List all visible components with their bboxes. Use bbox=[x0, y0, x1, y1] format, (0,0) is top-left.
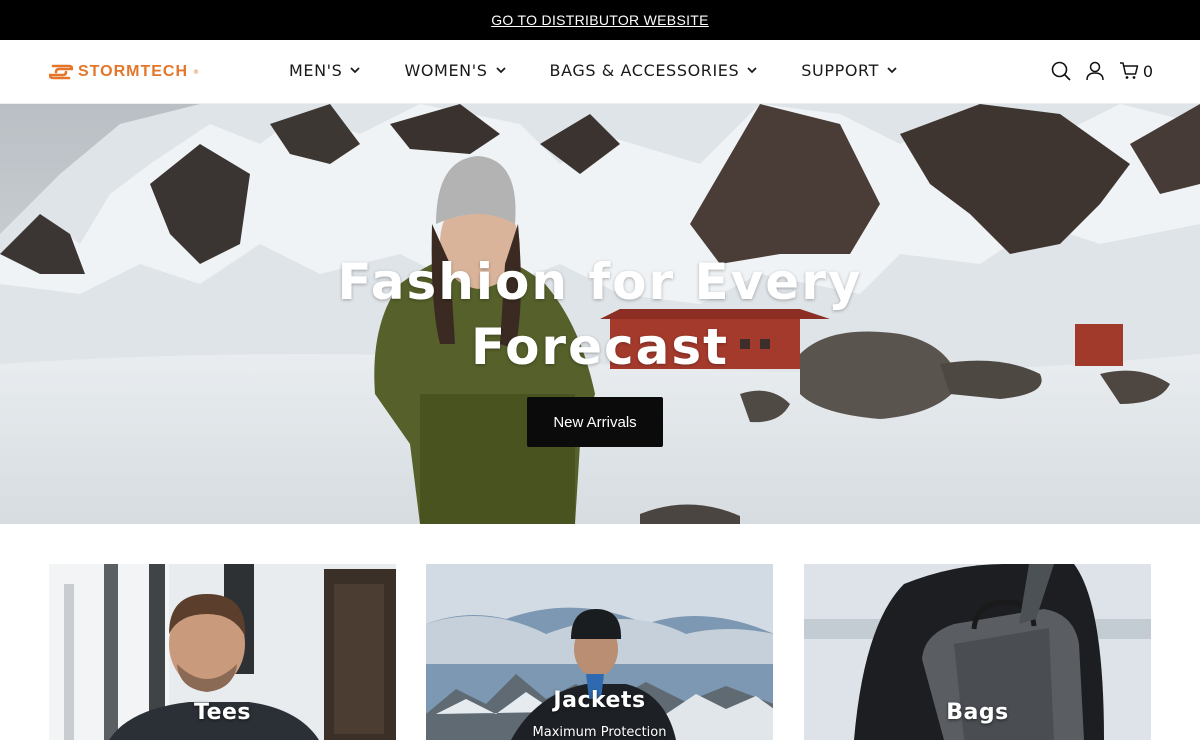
category-label: Bags bbox=[946, 700, 1009, 725]
user-icon[interactable] bbox=[1085, 61, 1105, 81]
nav-item-womens[interactable]: WOMEN'S bbox=[404, 61, 506, 80]
chevron-down-icon bbox=[887, 67, 897, 74]
hero-title-line-1: Fashion for Every bbox=[337, 253, 863, 311]
nav-item-label: BAGS & ACCESSORIES bbox=[549, 61, 740, 80]
hero-title-line-2: Forecast bbox=[470, 318, 730, 376]
category-label: Tees bbox=[193, 700, 252, 725]
category-grid: Tees Jackets Maximum Protection Bags bbox=[49, 564, 1151, 740]
header-actions: 0 bbox=[1051, 61, 1153, 81]
distributor-website-link[interactable]: GO TO DISTRIBUTOR WEBSITE bbox=[491, 12, 709, 28]
cart-icon bbox=[1119, 62, 1139, 79]
registered-mark: ® bbox=[193, 68, 200, 76]
category-card-jackets[interactable]: Jackets Maximum Protection bbox=[426, 564, 773, 740]
category-label: Jackets bbox=[553, 688, 646, 713]
hero-title: Fashion for Every Forecast bbox=[0, 250, 1200, 380]
jackets-image bbox=[426, 564, 773, 740]
new-arrivals-button[interactable]: New Arrivals bbox=[527, 397, 663, 447]
stormtech-logo-icon bbox=[49, 64, 73, 80]
nav-item-mens[interactable]: MEN'S bbox=[289, 61, 361, 80]
category-subtitle: Maximum Protection bbox=[532, 725, 667, 740]
announcement-bar: GO TO DISTRIBUTOR WEBSITE bbox=[0, 0, 1200, 40]
cart-count: 0 bbox=[1142, 61, 1153, 81]
main-nav: MEN'S WOMEN'S BAGS & ACCESSORIES SUPPORT bbox=[289, 61, 897, 80]
cart-button[interactable]: 0 bbox=[1119, 62, 1153, 81]
category-card-tees[interactable]: Tees bbox=[49, 564, 396, 740]
site-header: STORMTECH ® MEN'S WOMEN'S BAGS & ACCESSO… bbox=[0, 40, 1200, 104]
nav-item-label: SUPPORT bbox=[801, 61, 879, 80]
chevron-down-icon bbox=[747, 67, 757, 74]
chevron-down-icon bbox=[495, 67, 506, 74]
brand-name: STORMTECH bbox=[78, 63, 189, 80]
nav-item-bags-accessories[interactable]: BAGS & ACCESSORIES bbox=[550, 61, 758, 80]
brand-logo[interactable]: STORMTECH ® bbox=[49, 63, 199, 81]
nav-item-label: MEN'S bbox=[289, 61, 343, 80]
nav-item-label: WOMEN'S bbox=[404, 61, 488, 80]
search-icon[interactable] bbox=[1051, 61, 1071, 81]
chevron-down-icon bbox=[350, 67, 361, 74]
nav-item-support[interactable]: SUPPORT bbox=[801, 61, 897, 80]
category-card-bags[interactable]: Bags bbox=[804, 564, 1151, 740]
hero-banner: Fashion for Every Forecast New Arrivals bbox=[0, 104, 1200, 524]
